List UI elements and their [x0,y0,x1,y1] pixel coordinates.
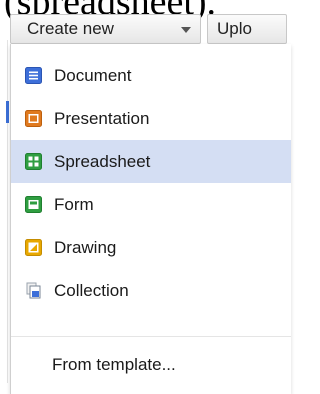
page-edge-rule [7,40,8,383]
upload-label: Uplo [217,19,252,38]
menu-divider [11,336,291,337]
menu-item-label: Spreadsheet [54,152,151,171]
create-new-button[interactable]: Create new [10,14,201,44]
spreadsheet-icon [25,153,42,170]
menu-item-form[interactable]: Form [11,183,291,226]
menu-item-label: Collection [54,281,129,300]
upload-button[interactable]: Uplo [207,14,287,44]
drawing-icon [25,239,42,256]
presentation-icon [25,110,42,127]
form-icon [25,196,42,213]
menu-item-collection[interactable]: Collection [11,269,291,312]
chevron-down-icon [181,27,191,33]
create-new-label: Create new [27,19,114,38]
page-edge-accent [6,101,9,123]
collection-icon [26,282,41,299]
menu-item-from-template[interactable]: From template... [11,343,291,386]
menu-item-presentation[interactable]: Presentation [11,97,291,140]
menu-item-label: Document [54,66,132,85]
menu-item-label: From template... [52,355,176,374]
menu-item-label: Drawing [54,238,117,257]
create-new-menu: Document Presentation Spreadsheet Form D… [10,44,291,394]
menu-item-document[interactable]: Document [11,54,291,97]
menu-item-label: Presentation [54,109,150,128]
menu-item-drawing[interactable]: Drawing [11,226,291,269]
menu-item-label: Form [54,195,94,214]
document-icon [25,67,42,84]
menu-item-spreadsheet[interactable]: Spreadsheet [11,140,291,183]
